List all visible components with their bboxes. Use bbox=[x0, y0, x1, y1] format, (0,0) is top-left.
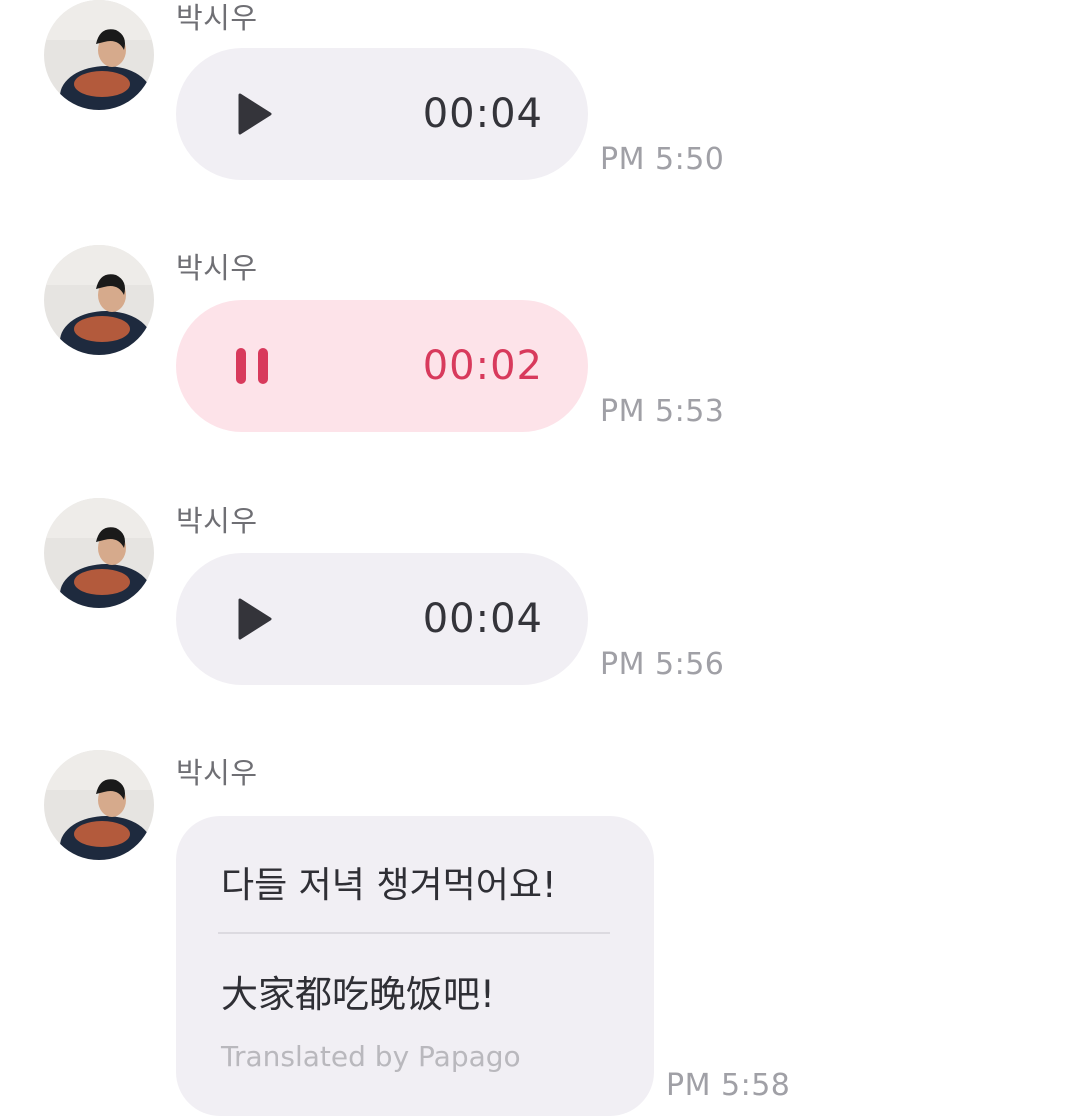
translation-divider bbox=[218, 932, 610, 934]
voice-duration: 00:02 bbox=[422, 343, 543, 389]
avatar[interactable] bbox=[44, 498, 154, 608]
voice-duration: 00:04 bbox=[422, 596, 543, 642]
translated-message-text: 大家都吃晚饭吧! bbox=[221, 973, 495, 1016]
translation-credit: Translated by Papago bbox=[221, 1040, 521, 1073]
message-timestamp: PM 5:53 bbox=[600, 394, 725, 429]
message-timestamp: PM 5:50 bbox=[600, 142, 725, 177]
avatar-image bbox=[44, 750, 154, 860]
avatar-image bbox=[44, 498, 154, 608]
sender-name: 박시우 bbox=[176, 251, 258, 285]
avatar[interactable] bbox=[44, 0, 154, 110]
message-timestamp: PM 5:56 bbox=[600, 647, 725, 682]
voice-message-bubble[interactable]: 00:02 bbox=[176, 300, 588, 432]
avatar[interactable] bbox=[44, 245, 154, 355]
text-message-bubble[interactable]: 다들 저녁 챙겨먹어요! 大家都吃晚饭吧! Translated by Papa… bbox=[176, 816, 654, 1116]
avatar[interactable] bbox=[44, 750, 154, 860]
play-icon[interactable] bbox=[238, 93, 272, 135]
pause-icon[interactable] bbox=[234, 346, 270, 386]
message-timestamp: PM 5:58 bbox=[666, 1068, 791, 1103]
original-message-text: 다들 저녁 챙겨먹어요! bbox=[221, 865, 557, 906]
avatar-image bbox=[44, 0, 154, 110]
sender-name: 박시우 bbox=[176, 756, 258, 790]
sender-name: 박시우 bbox=[176, 504, 258, 538]
voice-message-bubble[interactable]: 00:04 bbox=[176, 48, 588, 180]
voice-message-bubble[interactable]: 00:04 bbox=[176, 553, 588, 685]
sender-name: 박시우 bbox=[176, 1, 258, 35]
avatar-image bbox=[44, 245, 154, 355]
play-icon[interactable] bbox=[238, 598, 272, 640]
voice-duration: 00:04 bbox=[422, 91, 543, 137]
